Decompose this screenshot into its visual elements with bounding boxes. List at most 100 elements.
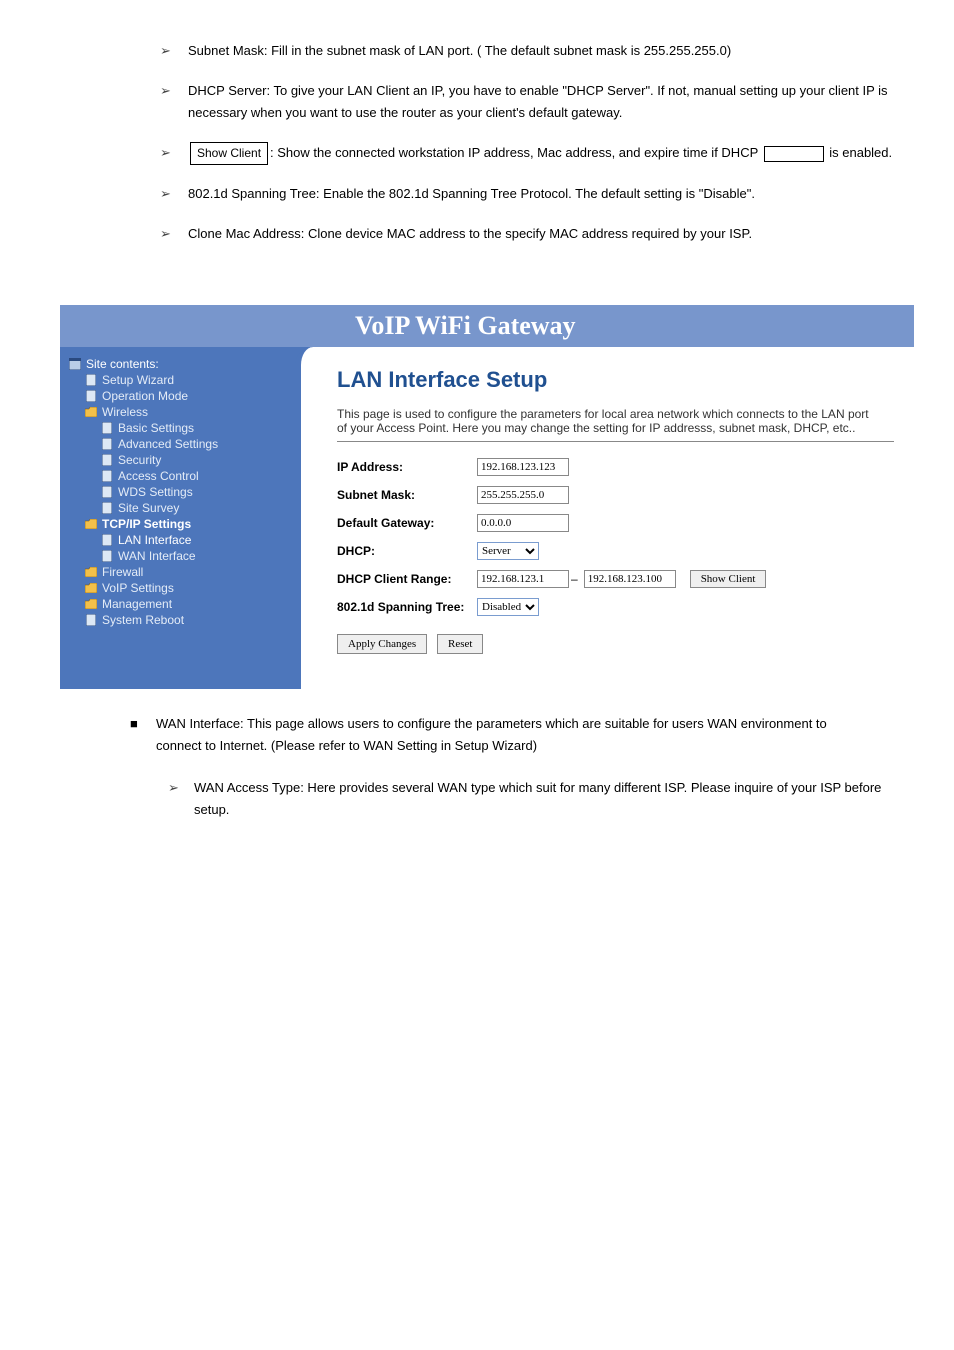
window-icon — [68, 357, 82, 371]
reset-button[interactable]: Reset — [437, 634, 483, 654]
bullet-text: 802.1d Spanning Tree: Enable the 802.1d … — [188, 183, 914, 205]
page-icon — [100, 469, 114, 483]
bullet-item: ➢ 802.1d Spanning Tree: Enable the 802.1… — [160, 183, 914, 205]
bullet-item: ➢ Subnet Mask: Fill in the subnet mask o… — [160, 40, 914, 62]
bullet-item: ➢ Show Client: Show the connected workst… — [160, 142, 914, 164]
folder-open-icon — [84, 517, 98, 531]
page-icon — [100, 437, 114, 451]
chevron-right-icon: ➢ — [160, 80, 188, 124]
sidebar-item-wireless[interactable]: Wireless — [66, 405, 289, 419]
chevron-right-icon: ➢ — [168, 777, 194, 821]
sidebar-root-label: Site contents: — [86, 357, 159, 371]
wan-type-text: WAN Access Type: Here provides several W… — [194, 777, 894, 821]
sidebar-item-label: Firewall — [102, 565, 143, 579]
bullet-text: Subnet Mask: Fill in the subnet mask of … — [188, 40, 914, 62]
action-row: Apply Changes Reset — [337, 634, 894, 654]
sidebar-item-label: System Reboot — [102, 613, 184, 627]
show-client-box: Show Client — [190, 142, 268, 164]
bullet-item: ➢ DHCP Server: To give your LAN Client a… — [160, 80, 914, 124]
sidebar-item-label: Operation Mode — [102, 389, 188, 403]
mask-input[interactable] — [477, 486, 569, 504]
page-banner: VoIP WiFi Gateway — [60, 305, 914, 347]
config-form: IP Address: Subnet Mask: Default Gateway… — [337, 458, 894, 616]
sidebar-item-label: Security — [118, 453, 161, 467]
page-icon — [100, 421, 114, 435]
chevron-right-icon: ➢ — [160, 183, 188, 205]
ip-input[interactable] — [477, 458, 569, 476]
page-title: LAN Interface Setup — [337, 367, 894, 393]
range-from-input[interactable] — [477, 570, 569, 588]
stp-label: 802.1d Spanning Tree: — [337, 600, 477, 614]
sidebar-item-label: LAN Interface — [118, 533, 191, 547]
page-icon — [100, 549, 114, 563]
sidebar-item-management[interactable]: Management — [66, 597, 289, 611]
sidebar-item-label: WAN Interface — [118, 549, 196, 563]
sidebar-item-system-reboot[interactable]: System Reboot — [66, 613, 289, 627]
square-icon: ■ — [130, 713, 156, 757]
sidebar-item-access-control[interactable]: Access Control — [66, 469, 289, 483]
dhcp-select[interactable]: Server — [477, 542, 539, 560]
sidebar-item-tcpip-settings[interactable]: TCP/IP Settings — [66, 517, 289, 531]
folder-icon — [84, 565, 98, 579]
ip-label: IP Address: — [337, 460, 477, 474]
client-blank-box — [764, 146, 824, 162]
sidebar-item-voip-settings[interactable]: VoIP Settings — [66, 581, 289, 595]
page-icon — [100, 453, 114, 467]
sidebar-item-security[interactable]: Security — [66, 453, 289, 467]
bullet-item: ➢ Clone Mac Address: Clone device MAC ad… — [160, 223, 914, 245]
page-icon — [100, 533, 114, 547]
sidebar-item-label: Wireless — [102, 405, 148, 419]
sidebar-item-basic-settings[interactable]: Basic Settings — [66, 421, 289, 435]
page-icon — [84, 373, 98, 387]
sidebar-root: Site contents: — [66, 357, 289, 371]
apply-button[interactable]: Apply Changes — [337, 634, 427, 654]
sidebar-item-lan-interface[interactable]: LAN Interface — [66, 533, 289, 547]
sidebar-item-wan-interface[interactable]: WAN Interface — [66, 549, 289, 563]
folder-icon — [84, 581, 98, 595]
page-icon — [84, 613, 98, 627]
divider — [337, 441, 894, 442]
bullet-text: Show Client: Show the connected workstat… — [188, 142, 914, 164]
dhcp-label: DHCP: — [337, 544, 477, 558]
sidebar-item-wds-settings[interactable]: WDS Settings — [66, 485, 289, 499]
sidebar-item-label: Advanced Settings — [118, 437, 218, 451]
wan-type-bullet: ➢ WAN Access Type: Here provides several… — [168, 777, 914, 821]
sidebar-item-advanced-settings[interactable]: Advanced Settings — [66, 437, 289, 451]
page-icon — [100, 501, 114, 515]
show-client-button[interactable]: Show Client — [690, 570, 767, 588]
chevron-right-icon: ➢ — [160, 223, 188, 245]
gw-input[interactable] — [477, 514, 569, 532]
range-to-input[interactable] — [584, 570, 676, 588]
sidebar-item-label: Basic Settings — [118, 421, 194, 435]
sidebar-item-setup-wizard[interactable]: Setup Wizard — [66, 373, 289, 387]
sidebar-item-label: Setup Wizard — [102, 373, 174, 387]
folder-icon — [84, 597, 98, 611]
top-instructions: ➢ Subnet Mask: Fill in the subnet mask o… — [160, 40, 914, 245]
app-frame: Site contents: Setup Wizard Operation Mo… — [60, 347, 914, 689]
chevron-right-icon: ➢ — [160, 142, 188, 164]
sidebar-item-label: Access Control — [118, 469, 199, 483]
sidebar-item-firewall[interactable]: Firewall — [66, 565, 289, 579]
lower-text: ■ WAN Interface: This page allows users … — [130, 713, 914, 821]
bullet-text: DHCP Server: To give your LAN Client an … — [188, 80, 914, 124]
content-panel: LAN Interface Setup This page is used to… — [295, 347, 914, 689]
sidebar-item-site-survey[interactable]: Site Survey — [66, 501, 289, 515]
sidebar-item-label: Site Survey — [118, 501, 179, 515]
folder-icon — [84, 405, 98, 419]
stp-select[interactable]: Disabled — [477, 598, 539, 616]
sidebar-item-label: Management — [102, 597, 172, 611]
range-dash: – — [571, 572, 578, 586]
chevron-right-icon: ➢ — [160, 40, 188, 62]
wan-text: WAN Interface: This page allows users to… — [156, 713, 856, 757]
page-icon — [84, 389, 98, 403]
sidebar-item-label: VoIP Settings — [102, 581, 174, 595]
page-icon — [100, 485, 114, 499]
wan-bullet: ■ WAN Interface: This page allows users … — [130, 713, 914, 757]
range-label: DHCP Client Range: — [337, 572, 477, 586]
sidebar-item-operation-mode[interactable]: Operation Mode — [66, 389, 289, 403]
mask-label: Subnet Mask: — [337, 488, 477, 502]
bullet-text: Clone Mac Address: Clone device MAC addr… — [188, 223, 914, 245]
sidebar-item-label: WDS Settings — [118, 485, 193, 499]
page-intro: This page is used to configure the param… — [337, 407, 877, 435]
gw-label: Default Gateway: — [337, 516, 477, 530]
